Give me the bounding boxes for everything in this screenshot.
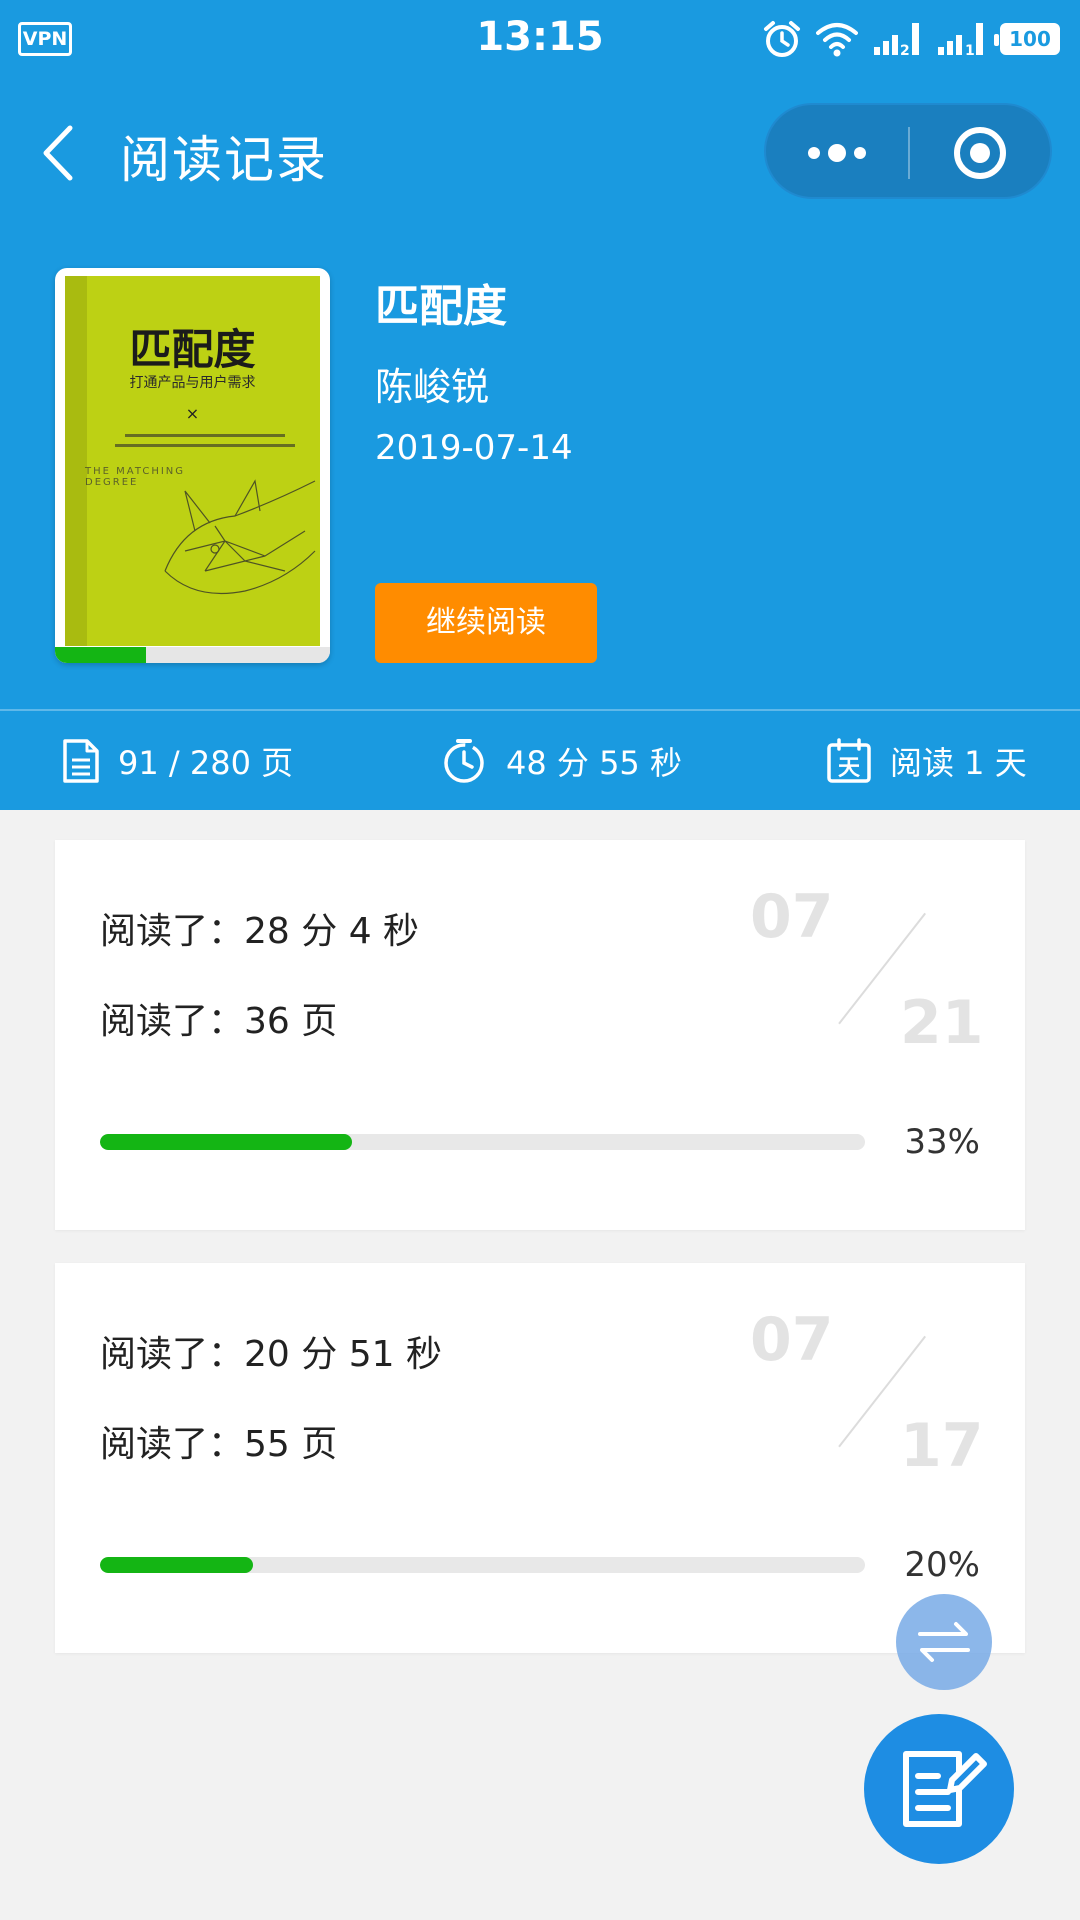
- record-card[interactable]: 阅读了：20 分 51 秒 阅读了：55 页 07 17 20%: [55, 1263, 1025, 1653]
- calendar-day-icon: 天: [827, 737, 871, 783]
- stat-duration: 48 分 55 秒: [440, 711, 682, 810]
- header-panel: VPN 13:15 2 1 100 阅读记录 匹配度 打通产品与用户需求 × T…: [0, 0, 1080, 810]
- swap-button[interactable]: [896, 1594, 992, 1690]
- record-progress-bar: [100, 1557, 865, 1573]
- stat-pages: 91 / 280 页: [62, 711, 293, 810]
- cover-progress-bar: [55, 647, 330, 663]
- cover-text-line: [115, 444, 295, 447]
- record-month: 07: [750, 882, 834, 952]
- swap-arrows-icon: [918, 1622, 970, 1662]
- continue-reading-button[interactable]: 继续阅读: [375, 583, 597, 663]
- stats-row: 91 / 280 页 48 分 55 秒 天 阅读 1 天: [0, 711, 1080, 810]
- stat-duration-text: 48 分 55 秒: [506, 743, 682, 782]
- record-card[interactable]: 阅读了：28 分 4 秒 阅读了：36 页 07 21 33%: [55, 840, 1025, 1230]
- mini-program-capsule: [764, 103, 1052, 199]
- book-cover[interactable]: 匹配度 打通产品与用户需求 × THE MATCHING DEGREE: [55, 268, 330, 663]
- sim2-label: 2: [900, 43, 910, 57]
- wifi-icon: [816, 23, 858, 57]
- status-icons: 2 1 100: [762, 18, 1060, 60]
- record-month: 07: [750, 1305, 834, 1375]
- close-button[interactable]: [910, 105, 1052, 201]
- target-circle-icon: [954, 127, 1006, 179]
- page-title: 阅读记录: [120, 131, 328, 189]
- stat-pages-text: 91 / 280 页: [118, 743, 294, 782]
- book-author: 陈峻锐: [375, 365, 490, 409]
- more-button[interactable]: [766, 105, 908, 201]
- svg-text:天: 天: [838, 756, 861, 781]
- record-percent: 20%: [904, 1545, 980, 1585]
- cover-english-text: THE MATCHING DEGREE: [85, 466, 186, 488]
- cover-progress-fill: [55, 647, 146, 663]
- back-button[interactable]: [30, 118, 90, 188]
- record-progress-bar: [100, 1134, 865, 1150]
- write-note-button[interactable]: [864, 1714, 1014, 1864]
- more-dots-icon: [808, 144, 866, 162]
- record-day: 21: [900, 988, 984, 1058]
- chevron-left-icon: [43, 125, 73, 181]
- status-bar: VPN 13:15 2 1 100: [0, 0, 1080, 78]
- signal-sim1-icon: 1: [938, 23, 983, 57]
- stopwatch-icon: [444, 738, 484, 783]
- cover-title: 匹配度: [129, 325, 256, 374]
- battery-icon: 100: [994, 23, 1060, 55]
- cover-mark: ×: [185, 404, 200, 423]
- signal-sim2-icon: 2: [874, 23, 919, 57]
- edit-note-icon: [903, 1751, 987, 1827]
- book-date: 2019-07-14: [375, 428, 573, 468]
- record-time-text: 阅读了：20 分 51 秒: [100, 1334, 442, 1375]
- book-title: 匹配度: [375, 281, 507, 332]
- sim1-label: 1: [965, 43, 975, 57]
- record-day: 17: [900, 1411, 984, 1481]
- document-icon: [63, 738, 99, 783]
- title-bar: 阅读记录: [0, 78, 1080, 226]
- record-progress-fill: [100, 1134, 353, 1150]
- cover-text-line: [125, 434, 285, 437]
- record-pages-text: 阅读了：36 页: [100, 1001, 338, 1042]
- stat-days-text: 阅读 1 天: [890, 743, 1027, 782]
- record-pages-text: 阅读了：55 页: [100, 1424, 338, 1465]
- alarm-icon: [764, 21, 800, 57]
- cover-subtitle: 打通产品与用户需求: [129, 375, 256, 391]
- record-progress-fill: [100, 1557, 253, 1573]
- record-time-text: 阅读了：28 分 4 秒: [100, 911, 420, 952]
- stat-days: 天 阅读 1 天: [826, 711, 1027, 810]
- cover-artwork: 匹配度 打通产品与用户需求 × THE MATCHING DEGREE: [65, 276, 320, 646]
- record-percent: 33%: [904, 1122, 980, 1162]
